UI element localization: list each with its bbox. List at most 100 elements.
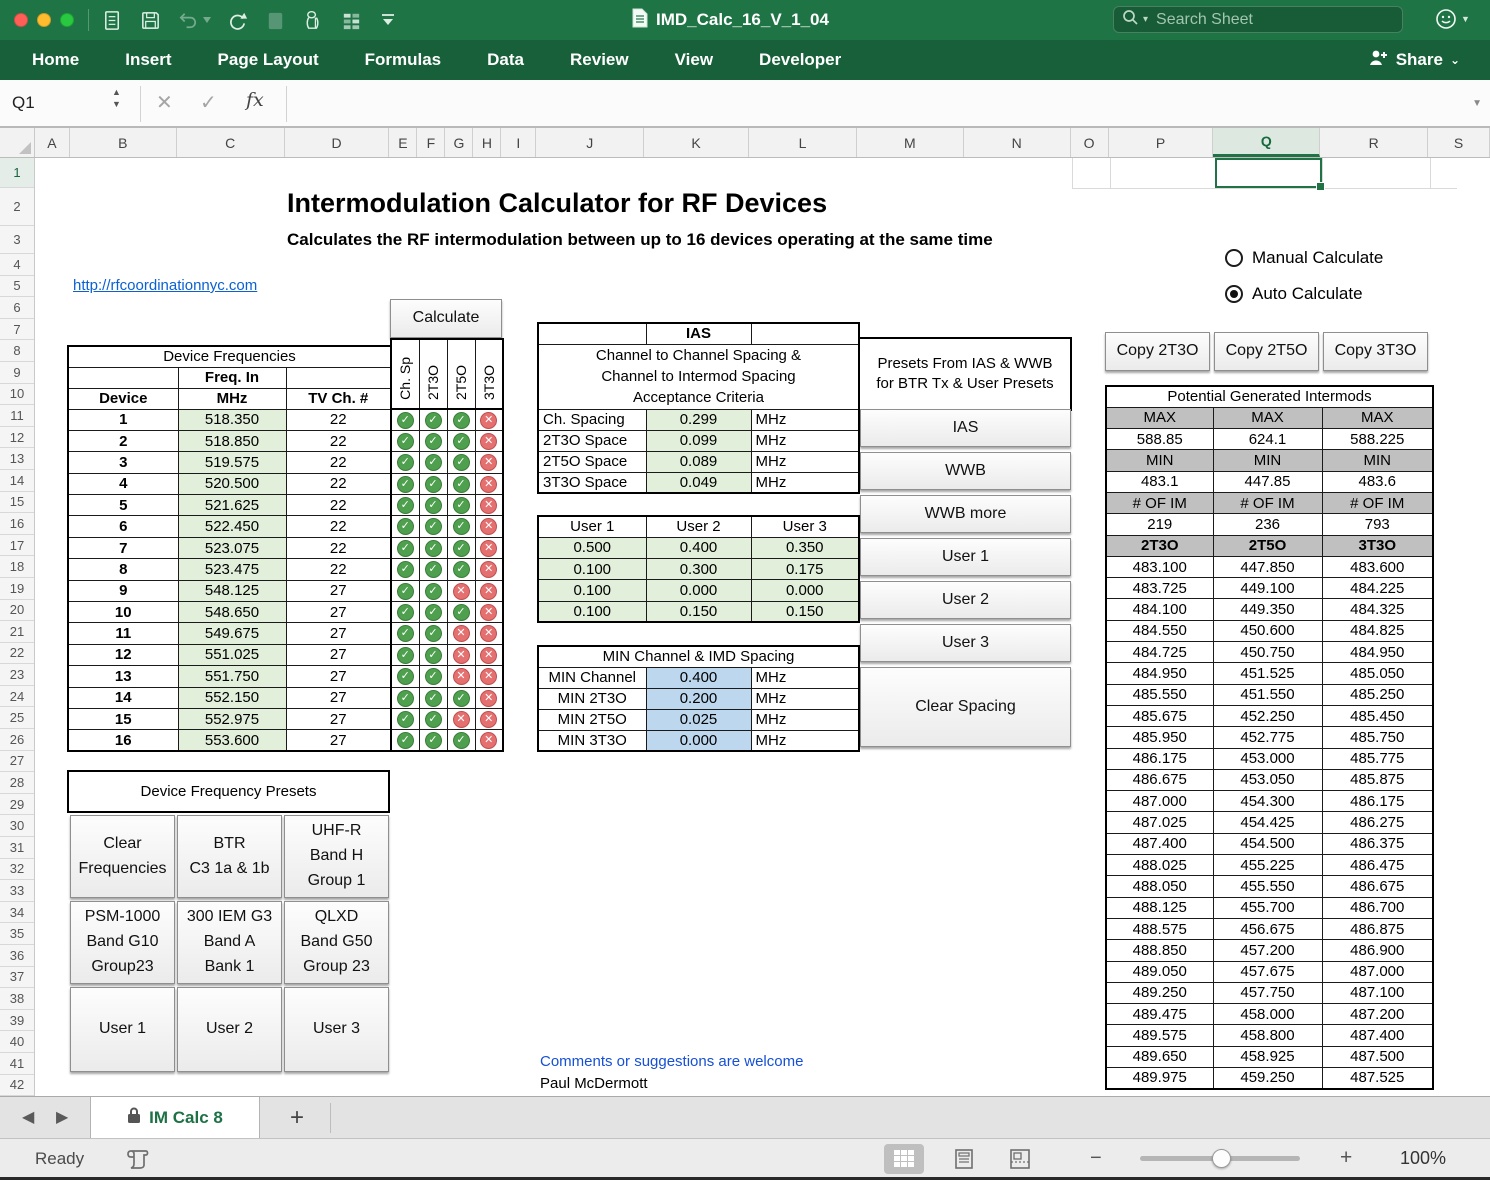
row-header-13[interactable]: 13	[0, 448, 34, 470]
user-row[interactable]: 0.1000.3000.175	[538, 559, 859, 580]
column-header-s[interactable]: S	[1428, 128, 1490, 157]
user-row[interactable]: 0.1000.0000.000	[538, 580, 859, 601]
intermod-row[interactable]: 488.025455.225486.475	[1106, 855, 1433, 876]
intermod-row[interactable]: 484.550450.600484.825	[1106, 620, 1433, 641]
manual-calculate-radio[interactable]: Manual Calculate	[1225, 248, 1383, 268]
row-header-33[interactable]: 33	[0, 880, 34, 902]
feedback-smiley-button[interactable]: ▼	[1434, 7, 1470, 31]
row-header-29[interactable]: 29	[0, 794, 34, 816]
intermod-row[interactable]: 489.475458.000487.200	[1106, 1004, 1433, 1025]
intermod-row[interactable]: 489.250457.750487.100	[1106, 982, 1433, 1003]
intermod-row[interactable]: 489.050457.675487.000	[1106, 961, 1433, 982]
radio-circle-icon[interactable]	[1225, 285, 1243, 303]
intermod-row[interactable]: 486.175453.000485.775	[1106, 748, 1433, 769]
new-workbook-icon[interactable]	[101, 9, 124, 32]
prev-sheet-icon[interactable]: ◀	[22, 1107, 34, 1127]
row-header-28[interactable]: 28	[0, 772, 34, 794]
intermod-row[interactable]: 488.125455.700486.700	[1106, 897, 1433, 918]
ias-row[interactable]: 2T5O Space0.089MHz	[538, 451, 859, 472]
menu-tab-view[interactable]: View	[675, 50, 713, 70]
row-header-6[interactable]: 6	[0, 297, 34, 319]
freq-preset-button-uhf-r-band-h-group-1[interactable]: UHF-R Band H Group 1	[284, 815, 389, 898]
row-header-4[interactable]: 4	[0, 254, 34, 276]
intermod-row[interactable]: 487.400454.500486.375	[1106, 833, 1433, 854]
column-header-m[interactable]: M	[857, 128, 964, 157]
share-button[interactable]: Share ⌄	[1368, 40, 1460, 80]
user-spacing-table[interactable]: User 1User 2User 30.5000.4000.3500.1000.…	[537, 515, 860, 623]
next-sheet-icon[interactable]: ▶	[56, 1107, 68, 1127]
column-header-b[interactable]: B	[70, 128, 177, 157]
row-header-21[interactable]: 21	[0, 621, 34, 643]
ias-spacing-table[interactable]: IAS Channel to Channel Spacing & Channel…	[537, 322, 860, 494]
row-header-11[interactable]: 11	[0, 405, 34, 427]
website-link[interactable]: http://rfcoordinationnyc.com	[73, 277, 257, 294]
column-header-a[interactable]: A	[35, 128, 70, 157]
user-row[interactable]: 0.5000.4000.350	[538, 537, 859, 558]
minimize-window-button[interactable]	[37, 13, 51, 27]
preset-button-wwb-more[interactable]: WWB more	[860, 495, 1071, 533]
intermod-row[interactable]: 485.675452.250485.450	[1106, 705, 1433, 726]
device-row[interactable]: 6522.45022	[68, 516, 391, 537]
row-header-40[interactable]: 40	[0, 1031, 34, 1053]
min-spacing-row[interactable]: MIN Channel0.400MHz	[538, 667, 859, 688]
select-all-corner[interactable]	[0, 128, 35, 157]
min-spacing-row[interactable]: MIN 2T5O0.025MHz	[538, 709, 859, 730]
name-box-stepper[interactable]: ▲▼	[112, 88, 121, 109]
column-header-l[interactable]: L	[749, 128, 857, 157]
cancel-entry-icon[interactable]: ✕	[156, 90, 173, 115]
device-row[interactable]: 11549.67527	[68, 623, 391, 644]
format-painter-icon[interactable]	[302, 9, 325, 32]
calculate-button[interactable]: Calculate	[390, 299, 502, 338]
intermod-row[interactable]: 489.650458.925487.500	[1106, 1046, 1433, 1067]
copy-button-copy-3t3o[interactable]: Copy 3T3O	[1323, 332, 1428, 371]
auto-calculate-radio[interactable]: Auto Calculate	[1225, 284, 1363, 304]
preset-button-wwb[interactable]: WWB	[860, 452, 1071, 490]
ias-row[interactable]: 3T3O Space0.049MHz	[538, 472, 859, 493]
column-header-d[interactable]: D	[285, 128, 390, 157]
device-row[interactable]: 9548.12527	[68, 580, 391, 601]
column-header-p[interactable]: P	[1109, 128, 1214, 157]
zoom-in-button[interactable]: +	[1340, 1146, 1352, 1170]
freq-preset-button-user-3[interactable]: User 3	[284, 987, 389, 1072]
confirm-entry-icon[interactable]: ✓	[200, 90, 217, 115]
preset-button-user-3[interactable]: User 3	[860, 624, 1071, 662]
search-sheet-input[interactable]: ▾ Search Sheet	[1113, 6, 1403, 33]
zoom-out-button[interactable]: −	[1090, 1147, 1102, 1170]
device-row[interactable]: 2518.85022	[68, 430, 391, 451]
cells-icon[interactable]	[340, 9, 363, 32]
ias-row[interactable]: Ch. Spacing0.299MHz	[538, 409, 859, 430]
paste-icon[interactable]	[264, 9, 287, 32]
device-row[interactable]: 13551.75027	[68, 666, 391, 687]
device-row[interactable]: 3519.57522	[68, 452, 391, 473]
row-header-8[interactable]: 8	[0, 340, 34, 362]
intermod-row[interactable]: 485.950452.775485.750	[1106, 727, 1433, 748]
device-row[interactable]: 1518.35022	[68, 409, 391, 430]
column-header-q[interactable]: Q	[1213, 128, 1320, 157]
column-header-k[interactable]: K	[644, 128, 749, 157]
column-header-e[interactable]: E	[389, 128, 417, 157]
device-row[interactable]: 14552.15027	[68, 687, 391, 708]
row-header-39[interactable]: 39	[0, 1010, 34, 1032]
menu-tab-formulas[interactable]: Formulas	[365, 50, 442, 70]
row-header-22[interactable]: 22	[0, 643, 34, 665]
column-header-j[interactable]: J	[536, 128, 644, 157]
row-header-10[interactable]: 10	[0, 384, 34, 406]
row-header-12[interactable]: 12	[0, 427, 34, 449]
zoom-slider[interactable]	[1140, 1156, 1300, 1161]
zoom-slider-thumb[interactable]	[1212, 1149, 1231, 1168]
row-header-3[interactable]: 3	[0, 226, 34, 254]
menu-tab-page-layout[interactable]: Page Layout	[218, 50, 319, 70]
collapse-ribbon-icon[interactable]	[378, 10, 398, 30]
row-header-30[interactable]: 30	[0, 815, 34, 837]
row-header-27[interactable]: 27	[0, 751, 34, 773]
intermod-row[interactable]: 484.100449.350484.325	[1106, 599, 1433, 620]
column-header-h[interactable]: H	[473, 128, 501, 157]
sheet-canvas[interactable]: 1234567891011121314151617181920212223242…	[0, 158, 1490, 1096]
intermod-row[interactable]: 488.575456.675486.875	[1106, 918, 1433, 939]
row-header-38[interactable]: 38	[0, 988, 34, 1010]
undo-icon[interactable]	[177, 9, 211, 32]
intermod-row[interactable]: 487.000454.300486.175	[1106, 791, 1433, 812]
row-header-16[interactable]: 16	[0, 513, 34, 535]
device-row[interactable]: 4520.50022	[68, 473, 391, 494]
freq-preset-button-user-1[interactable]: User 1	[70, 987, 175, 1072]
